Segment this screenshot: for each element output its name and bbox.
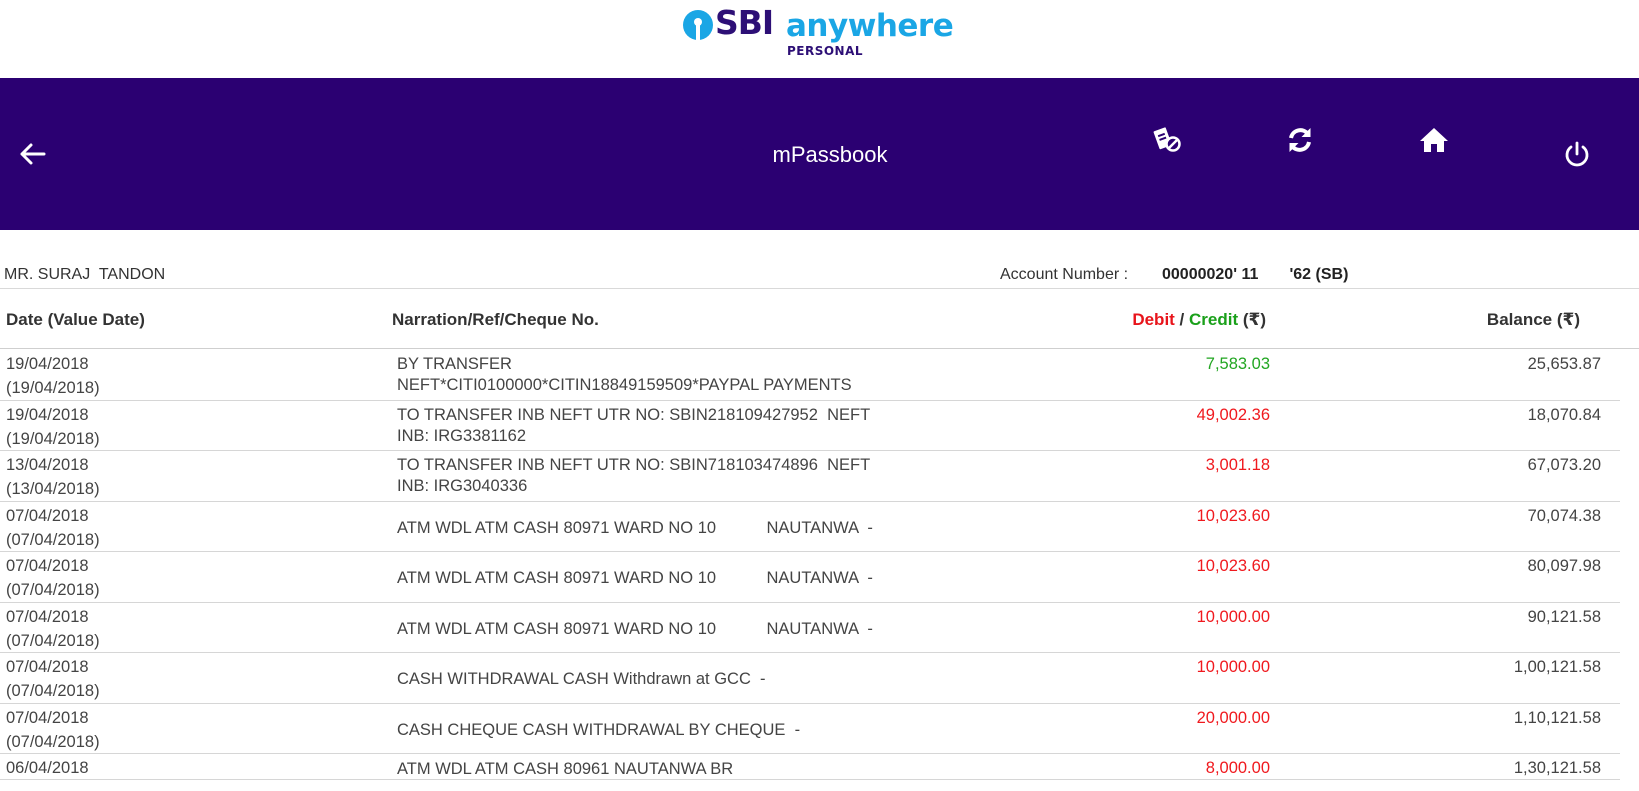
transaction-amount: 3,001.18 bbox=[1205, 456, 1270, 474]
sbi-keyhole-logo-icon bbox=[683, 10, 713, 41]
transaction-row[interactable]: 19/04/2018 (19/04/2018) BY TRANSFER NEFT… bbox=[0, 350, 1620, 401]
transaction-narration: BY TRANSFER NEFT*CITI0100000*CITIN188491… bbox=[397, 355, 852, 394]
page-title: mPassbook bbox=[772, 142, 888, 167]
refresh-button[interactable] bbox=[1280, 64, 1320, 216]
transaction-date-cell: 06/04/2018 bbox=[6, 756, 89, 780]
transaction-balance: 1,10,121.58 bbox=[1513, 708, 1601, 727]
home-icon bbox=[1420, 128, 1448, 152]
transaction-date: 06/04/2018 bbox=[6, 759, 89, 777]
transaction-date-cell: 13/04/2018 (13/04/2018) bbox=[6, 453, 100, 501]
transaction-balance: 1,00,121.58 bbox=[1513, 658, 1601, 676]
transaction-balance: 25,653.87 bbox=[1527, 355, 1601, 373]
logo-anywhere-text: anywhere bbox=[786, 8, 954, 44]
transaction-date-cell: 19/04/2018 (19/04/2018) bbox=[6, 403, 100, 451]
transaction-narration: TO TRANSFER INB NEFT UTR NO: SBIN7181034… bbox=[397, 456, 871, 495]
column-header-date: Date (Value Date) bbox=[6, 310, 145, 329]
transaction-date: 19/04/2018 bbox=[6, 405, 89, 424]
transaction-value-date: (07/04/2018) bbox=[6, 581, 100, 599]
stop-cheque-button[interactable] bbox=[1148, 64, 1188, 216]
transaction-value-date: (19/04/2018) bbox=[6, 429, 100, 448]
transaction-narration: CASH WITHDRAWAL CASH Withdrawn at GCC - bbox=[397, 670, 766, 688]
account-holder-name: MR. SURAJ TANDON bbox=[4, 266, 166, 283]
sbi-anywhere-logo: SBI anywhere PERSONAL bbox=[682, 3, 954, 66]
transaction-date-cell: 07/04/2018 (07/04/2018) bbox=[6, 504, 100, 552]
transaction-date-cell: 19/04/2018 (19/04/2018) bbox=[6, 352, 100, 400]
column-header-narration: Narration/Ref/Cheque No. bbox=[392, 310, 599, 329]
transaction-narration: CASH CHEQUE CASH WITHDRAWAL BY CHEQUE - bbox=[397, 720, 801, 739]
transaction-amount: 10,000.00 bbox=[1196, 607, 1270, 626]
app-header: mPassbook bbox=[0, 78, 1639, 230]
transaction-row[interactable]: 07/04/2018 (07/04/2018) ATM WDL ATM CASH… bbox=[0, 502, 1620, 552]
transaction-amount: 8,000.00 bbox=[1205, 759, 1270, 777]
transaction-date: 07/04/2018 bbox=[6, 658, 89, 676]
transactions-header: Date (Value Date) Narration/Ref/Cheque N… bbox=[0, 302, 1639, 349]
account-number-label: Account Number : bbox=[1000, 266, 1129, 283]
transaction-amount: 10,023.60 bbox=[1196, 557, 1270, 575]
logo-sbi-text: SBI bbox=[715, 3, 774, 42]
transaction-date: 19/04/2018 bbox=[6, 355, 89, 373]
transaction-balance: 80,097.98 bbox=[1527, 557, 1601, 575]
transaction-narration: ATM WDL ATM CASH 80971 WARD NO 10 NAUTAN… bbox=[397, 569, 873, 587]
column-header-amount-unit: (₹) bbox=[1238, 310, 1266, 329]
transaction-balance: 90,121.58 bbox=[1527, 607, 1601, 626]
power-icon bbox=[1565, 141, 1589, 167]
transaction-date-cell: 07/04/2018 (07/04/2018) bbox=[6, 655, 100, 703]
transaction-amount: 10,000.00 bbox=[1196, 658, 1270, 676]
transaction-value-date: (07/04/2018) bbox=[6, 732, 100, 751]
transaction-balance: 67,073.20 bbox=[1527, 456, 1601, 474]
transaction-date-cell: 07/04/2018 (07/04/2018) bbox=[6, 554, 100, 602]
cheque-blocked-icon bbox=[1153, 127, 1181, 152]
column-header-balance: Balance (₹) bbox=[1486, 310, 1580, 329]
logo-bar: SBI anywhere PERSONAL bbox=[0, 0, 1639, 78]
arrow-left-icon bbox=[20, 143, 46, 165]
transaction-value-date: (19/04/2018) bbox=[6, 379, 100, 397]
transaction-date: 07/04/2018 bbox=[6, 557, 89, 575]
transaction-row[interactable]: 06/04/2018 ATM WDL ATM CASH 80961 NAUTAN… bbox=[0, 754, 1620, 780]
transaction-date: 07/04/2018 bbox=[6, 607, 89, 626]
logout-button[interactable] bbox=[1557, 78, 1597, 230]
transaction-value-date: (07/04/2018) bbox=[6, 682, 100, 700]
column-header-debit: Debit bbox=[1132, 310, 1175, 329]
transaction-row[interactable]: 07/04/2018 (07/04/2018) ATM WDL ATM CASH… bbox=[0, 603, 1620, 653]
transaction-date-cell: 07/04/2018 (07/04/2018) bbox=[6, 605, 100, 653]
transactions-list: 19/04/2018 (19/04/2018) BY TRANSFER NEFT… bbox=[0, 350, 1620, 780]
account-number: 00000020' 11 '62 (SB) bbox=[1162, 266, 1349, 283]
transaction-narration: ATM WDL ATM CASH 80961 NAUTANWA BR bbox=[397, 760, 734, 778]
transaction-row[interactable]: 07/04/2018 (07/04/2018) ATM WDL ATM CASH… bbox=[0, 552, 1620, 603]
column-header-separator: / bbox=[1174, 310, 1189, 329]
transaction-narration: TO TRANSFER INB NEFT UTR NO: SBIN2181094… bbox=[397, 405, 871, 445]
transaction-value-date: (13/04/2018) bbox=[6, 480, 100, 498]
transaction-date-cell: 07/04/2018 (07/04/2018) bbox=[6, 706, 100, 754]
transaction-amount: 49,002.36 bbox=[1196, 405, 1270, 424]
column-header-credit: Credit bbox=[1189, 310, 1239, 329]
column-header-amount: Debit / Credit (₹) bbox=[1080, 310, 1266, 330]
transaction-balance: 18,070.84 bbox=[1527, 405, 1601, 424]
account-info: MR. SURAJ TANDON Account Number : 000000… bbox=[0, 262, 1639, 289]
transaction-row[interactable]: 07/04/2018 (07/04/2018) CASH WITHDRAWAL … bbox=[0, 653, 1620, 704]
transaction-amount: 7,583.03 bbox=[1205, 355, 1270, 373]
transaction-date: 13/04/2018 bbox=[6, 456, 89, 474]
transaction-date: 07/04/2018 bbox=[6, 506, 89, 525]
transaction-narration: ATM WDL ATM CASH 80971 WARD NO 10 NAUTAN… bbox=[397, 518, 873, 537]
logo-personal-text: PERSONAL bbox=[786, 44, 864, 58]
transaction-narration: ATM WDL ATM CASH 80971 WARD NO 10 NAUTAN… bbox=[397, 619, 873, 638]
home-button[interactable] bbox=[1414, 64, 1454, 216]
transaction-date: 07/04/2018 bbox=[6, 708, 89, 727]
transaction-row[interactable]: 19/04/2018 (19/04/2018) TO TRANSFER INB … bbox=[0, 401, 1620, 451]
refresh-icon bbox=[1289, 128, 1311, 152]
transaction-value-date: (07/04/2018) bbox=[6, 631, 100, 650]
transaction-balance: 1,30,121.58 bbox=[1513, 759, 1601, 777]
transaction-row[interactable]: 07/04/2018 (07/04/2018) CASH CHEQUE CASH… bbox=[0, 704, 1620, 754]
transaction-balance: 70,074.38 bbox=[1527, 506, 1601, 525]
transaction-amount: 10,023.60 bbox=[1196, 506, 1270, 525]
back-button[interactable] bbox=[10, 78, 54, 230]
transaction-amount: 20,000.00 bbox=[1196, 708, 1270, 727]
transaction-value-date: (07/04/2018) bbox=[6, 530, 100, 549]
transaction-row[interactable]: 13/04/2018 (13/04/2018) TO TRANSFER INB … bbox=[0, 451, 1620, 502]
